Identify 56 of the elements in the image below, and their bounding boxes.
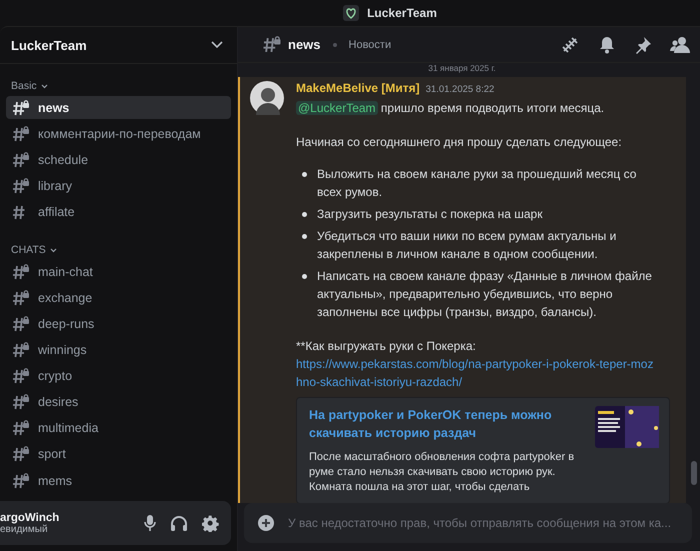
plus-icon[interactable] (258, 515, 274, 531)
headphones-icon[interactable] (170, 514, 188, 532)
channel-item[interactable]: library (6, 174, 231, 198)
chevron-down-icon (50, 248, 57, 253)
list-item: Загрузить результаты с покерка на шарк (317, 206, 542, 223)
embed-description: После масштабного обновления софта partypoker в руме стало нельзя скачивать свою историю рук. Комната пошла на этот шаг, чтобы сделать (309, 450, 576, 495)
channel-item[interactable]: crypto (6, 364, 231, 388)
message-text: пришло время подводить итоги месяца. (380, 101, 604, 115)
window-title: LuckerTeam (367, 6, 437, 20)
pin-icon[interactable] (634, 36, 652, 54)
channel-item[interactable]: main-chat (6, 260, 231, 284)
channel-item[interactable]: affilate (6, 200, 231, 224)
microphone-icon[interactable] (144, 514, 156, 532)
url-link[interactable]: https://www.pekarstas.com/blog/na-partypoker-i-pokerok-teper-mozhno-skachivat-istoriyu-razdach/ (296, 355, 660, 391)
locked-hash-icon (262, 36, 282, 53)
date-divider: 31 января 2025 г. (428, 63, 496, 73)
channel-item[interactable]: комментарии-по-переводам (6, 122, 231, 146)
embed-title[interactable]: На partypoker и PokerOK теперь можно скачивать историю раздач (309, 406, 585, 442)
channel-item[interactable]: deep-runs (6, 312, 231, 336)
list-item: Написать на своем канале фразу «Данные в личном файле актуальны», предварительно убедившись, что верно заполнены все цифры (транзы, виздро, балансы). (317, 268, 653, 321)
settings-icon[interactable] (202, 514, 219, 532)
timestamp: 31.01.2025 8:22 (426, 83, 494, 97)
channel-item[interactable]: schedule (6, 148, 231, 172)
channel-item[interactable]: desires (6, 390, 231, 414)
channel-item[interactable]: news (6, 96, 231, 120)
bullet-icon (302, 172, 307, 177)
channel-title: news (288, 37, 321, 52)
message-text: **Как выгружать руки с Покерка: (296, 338, 477, 355)
members-icon[interactable] (670, 36, 690, 54)
server-name-button[interactable]: LuckerTeam (0, 27, 237, 64)
server-logo-icon (343, 5, 360, 21)
chevron-down-icon (40, 84, 48, 88)
username: argoWinch (0, 512, 60, 524)
bullet-icon (302, 212, 307, 217)
avatar-icon (250, 81, 284, 115)
user-status: евидимый (0, 524, 49, 534)
separator-dot-icon (332, 42, 337, 46)
threads-icon[interactable] (560, 34, 580, 54)
channel-item[interactable]: winnings (6, 338, 231, 362)
channel-item[interactable]: mems (6, 469, 231, 492)
bullet-icon (302, 274, 307, 279)
chevron-down-icon (211, 41, 223, 49)
scrollbar-thumb[interactable] (691, 461, 697, 485)
bullet-icon (302, 234, 307, 239)
channel-topic: Новости (348, 38, 392, 50)
category-header[interactable]: CHATS (11, 244, 46, 256)
mention-link[interactable]: @LuckerTeam (296, 101, 378, 115)
channel-item[interactable]: sport (6, 442, 231, 466)
list-item: Убедиться что ваши ники по всем румам актуальны и закреплены в личном канале в одном сообщении. (317, 228, 618, 263)
message-text: Начиная со сегодняшнего дня прошу сделать следующее: (296, 134, 623, 151)
author-name[interactable]: MakeMeBelive [Митя] (296, 79, 420, 97)
category-header[interactable]: Basic (11, 80, 37, 92)
bell-icon[interactable] (598, 36, 616, 54)
channel-item[interactable]: exchange (6, 286, 231, 310)
channel-item[interactable]: multimedia (6, 416, 231, 440)
list-item: Выложить на своем канале руки за прошедший месяц со всех румов. (317, 166, 638, 201)
